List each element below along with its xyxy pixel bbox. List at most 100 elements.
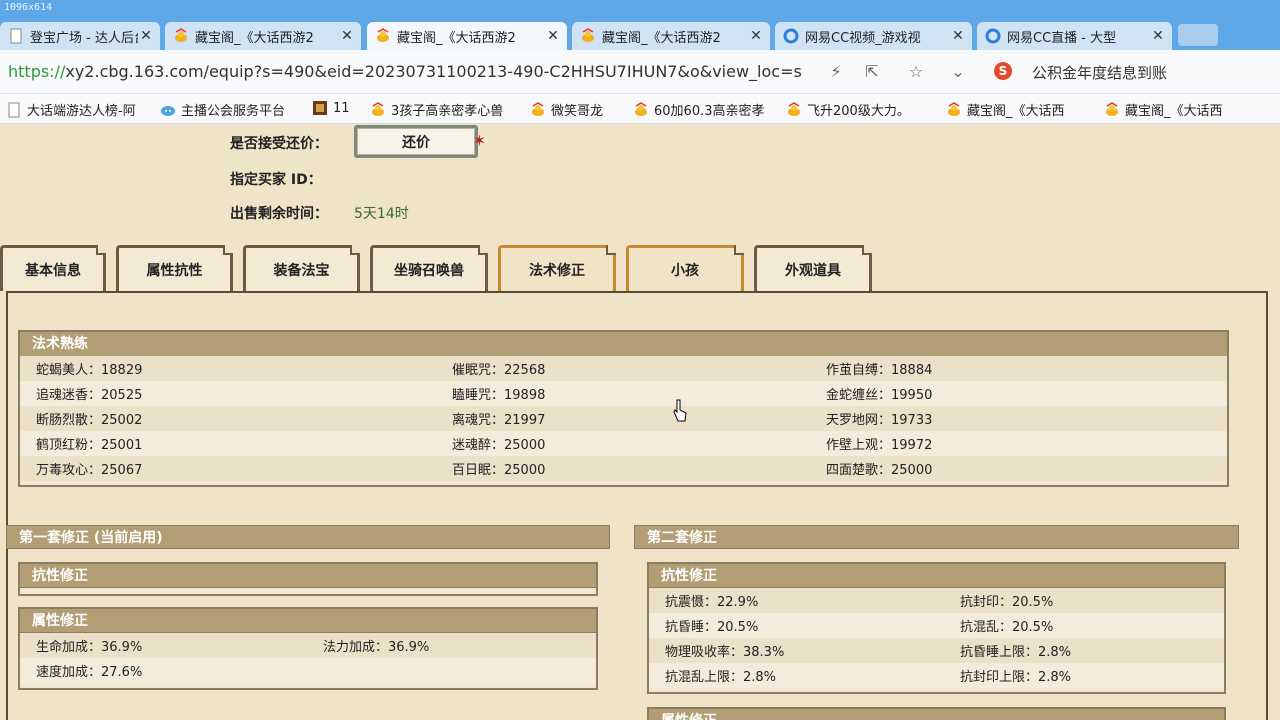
remaining-time-label: 出售剩余时间： xyxy=(230,206,328,222)
close-icon[interactable]: ✕ xyxy=(339,28,355,44)
search-engine-icon[interactable]: S xyxy=(994,62,1012,80)
table-row: 物理吸收率：38.3% 抗昏睡上限：2.8% xyxy=(649,638,1224,663)
bookmark-label: 60加60.3高亲密孝 xyxy=(654,104,765,119)
browser-tab-label: 藏宝阁_《大话西游2 xyxy=(397,30,516,46)
browser-tab[interactable]: 藏宝阁_《大话西游2 ✕ xyxy=(367,22,567,50)
set2-title: 第二套修正 xyxy=(634,525,1239,549)
tab-4[interactable]: 法术修正 xyxy=(498,245,616,291)
lightning-icon[interactable]: ⚡ xyxy=(826,62,846,82)
bookmark-item[interactable]: 60加60.3高亲密孝 xyxy=(633,100,765,119)
url-field[interactable]: https://xy2.cbg.163.com/equip?s=490&eid=… xyxy=(8,62,808,81)
browser-tab[interactable]: 网易CC视频_游戏视 ✕ xyxy=(775,22,972,50)
cbg-duck-icon xyxy=(370,101,386,118)
cloud-icon xyxy=(160,102,176,118)
table-cell: 蛇蝎美人：18829 xyxy=(36,363,143,378)
new-tab-button[interactable] xyxy=(1178,24,1218,46)
table-cell: 速度加成：27.6% xyxy=(36,665,143,680)
table-cell: 作壁上观：19972 xyxy=(826,438,933,453)
close-icon[interactable]: ✕ xyxy=(545,28,561,44)
close-icon[interactable]: ✕ xyxy=(1150,28,1166,44)
page-icon xyxy=(6,102,22,118)
table-cell: 法力加成：36.9% xyxy=(323,640,430,655)
tab-corner-decoration xyxy=(734,245,744,255)
close-icon[interactable]: ✕ xyxy=(748,28,764,44)
cbg-duck-icon xyxy=(946,101,962,118)
tab-0[interactable]: 基本信息 xyxy=(0,245,106,291)
table-cell: 万毒攻心：25067 xyxy=(36,463,143,478)
set1-title: 第一套修正 (当前启用) xyxy=(6,525,610,549)
table-cell: 天罗地网：19733 xyxy=(826,413,933,428)
bookmark-label: 藏宝阁_《大话西 xyxy=(967,104,1065,119)
set1-attr-title: 属性修正 xyxy=(20,609,596,633)
bookmark-label: 主播公会服务平台 xyxy=(181,104,286,119)
bookmark-label: 微笑哥龙 xyxy=(551,104,604,119)
table-row: 断肠烈散：25002 离魂咒：21997 天罗地网：19733 xyxy=(20,406,1227,431)
tab-1[interactable]: 属性抗性 xyxy=(116,245,233,291)
table-row: 抗昏睡：20.5% 抗混乱：20.5% xyxy=(649,613,1224,638)
search-suggestion[interactable]: 公积金年度结息到账 xyxy=(1032,62,1167,83)
table-cell: 抗混乱：20.5% xyxy=(960,620,1054,635)
bookmark-item[interactable]: 微笑哥龙 xyxy=(530,100,603,119)
set1-resist-title: 抗性修正 xyxy=(20,564,596,588)
tab-3[interactable]: 坐骑召唤兽 xyxy=(370,245,488,291)
table-cell: 催眠咒：22568 xyxy=(452,363,546,378)
cbg-duck-icon xyxy=(580,28,596,44)
browser-tab[interactable]: 登宝广场 - 达人后台 ✕ xyxy=(0,22,160,50)
set2-resist-title: 抗性修正 xyxy=(649,564,1224,588)
tab-corner-decoration xyxy=(862,245,872,255)
bookmark-item[interactable]: 大话端游达人榜-阿 xyxy=(6,100,136,119)
section-title: 法术熟练 xyxy=(20,332,1227,356)
bookmark-item[interactable]: 飞升200级大力。 xyxy=(786,100,910,119)
browser-tab-label: 藏宝阁_《大话西游2 xyxy=(195,30,314,46)
bookmark-label: 11 xyxy=(333,100,350,116)
set2-resist-box: 抗性修正 抗震慑：22.9% 抗封印：20.5% 抗昏睡：20.5% 抗混乱：20.5… xyxy=(647,562,1226,694)
bargain-label: 是否接受还价： xyxy=(230,136,328,152)
bargain-button[interactable]: 还价 ✶ xyxy=(354,125,486,158)
bookmark-item[interactable]: 3孩子高亲密孝心兽 xyxy=(370,100,503,119)
browser-tab[interactable]: 藏宝阁_《大话西游2 ✕ xyxy=(165,22,361,50)
bookmark-item[interactable]: 藏宝阁_《大话西 xyxy=(1104,100,1223,119)
cbg-duck-icon xyxy=(173,28,189,44)
table-cell: 抗昏睡：20.5% xyxy=(665,620,759,635)
table-cell: 抗封印上限：2.8% xyxy=(960,670,1072,685)
table-cell: 抗震慑：22.9% xyxy=(665,595,759,610)
close-icon[interactable]: ✕ xyxy=(950,28,966,44)
table-cell: 四面楚歌：25000 xyxy=(826,463,933,478)
ribbon-icon: ✶ xyxy=(472,131,486,150)
tab-corner-decoration xyxy=(478,245,488,255)
browser-tab-label: 网易CC视频_游戏视 xyxy=(805,30,921,46)
page-content: 是否接受还价： 还价 ✶ 指定买家 ID： 出售剩余时间： 5天14时 基本信息… xyxy=(0,125,1280,720)
tab-5[interactable]: 小孩 xyxy=(626,245,744,291)
table-cell: 抗封印：20.5% xyxy=(960,595,1054,610)
table-cell: 追魂迷香：20525 xyxy=(36,388,143,403)
table-cell: 生命加成：36.9% xyxy=(36,640,143,655)
url-scheme: https:// xyxy=(8,62,66,81)
bookmark-item[interactable]: 主播公会服务平台 xyxy=(160,100,285,119)
table-cell: 百日眠：25000 xyxy=(452,463,546,478)
bookmark-label: 飞升200级大力。 xyxy=(807,104,910,119)
bookmark-item[interactable]: 藏宝阁_《大话西 xyxy=(946,100,1065,119)
share-icon[interactable]: ⇱ xyxy=(862,62,882,82)
browser-tab[interactable]: 藏宝阁_《大话西游2 ✕ xyxy=(572,22,770,50)
skills-section: 法术熟练 蛇蝎美人：18829 催眠咒：22568 作茧自缚：18884 追魂迷香：2… xyxy=(18,330,1229,487)
bookmarks-bar: 大话端游达人榜-阿 主播公会服务平台 11 3孩子高亲密孝心兽 微笑哥龙 60加60.3高… xyxy=(0,94,1280,124)
tab-6[interactable]: 外观道具 xyxy=(754,245,872,291)
tab-2[interactable]: 装备法宝 xyxy=(243,245,360,291)
chevron-down-icon[interactable]: ⌄ xyxy=(948,62,968,82)
browser-tab-label: 登宝广场 - 达人后台 xyxy=(30,30,138,46)
bargain-button-label: 还价 xyxy=(357,128,475,155)
bookmark-label: 大话端游达人榜-阿 xyxy=(27,104,136,119)
star-icon[interactable]: ☆ xyxy=(906,62,926,82)
cbg-duck-icon xyxy=(786,101,802,118)
close-icon[interactable]: ✕ xyxy=(138,28,154,44)
table-row: 抗混乱上限：2.8% 抗封印上限：2.8% xyxy=(649,663,1224,688)
table-cell: 瞌睡咒：19898 xyxy=(452,388,546,403)
browser-tab[interactable]: 网易CC直播 - 大型 ✕ xyxy=(977,22,1172,50)
tab-corner-decoration xyxy=(350,245,360,255)
bookmark-item[interactable]: 11 xyxy=(312,100,350,116)
set1-resist-box: 抗性修正 xyxy=(18,562,598,596)
cbg-duck-icon xyxy=(633,101,649,118)
browser-tab-label: 藏宝阁_《大话西游2 xyxy=(602,30,721,46)
address-bar: https://xy2.cbg.163.com/equip?s=490&eid=… xyxy=(0,50,1280,94)
table-row: 鹤顶红粉：25001 迷魂醉：25000 作壁上观：19972 xyxy=(20,431,1227,456)
